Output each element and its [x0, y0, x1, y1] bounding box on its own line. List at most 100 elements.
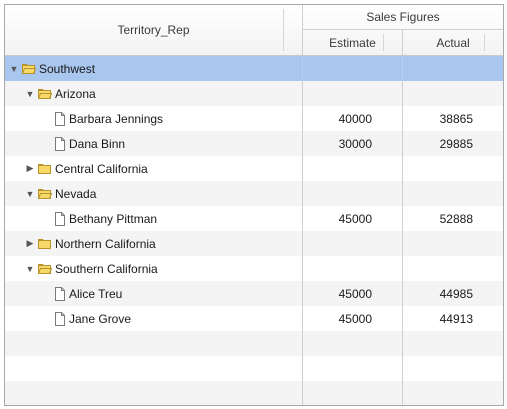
cell-actual[interactable] [403, 231, 503, 256]
cell-actual[interactable] [403, 156, 503, 181]
column-header-actual-label: Actual [436, 35, 470, 50]
cell-estimate[interactable] [303, 81, 403, 106]
estimate-value: 45000 [338, 311, 372, 326]
tree-row-label: Jane Grove [69, 311, 132, 326]
collapse-toggle-icon[interactable]: ▼ [9, 64, 19, 74]
document-icon [55, 136, 65, 151]
cell-territory-rep[interactable]: Alice Treu [5, 281, 303, 306]
collapse-toggle-icon[interactable]: ▼ [25, 89, 35, 99]
column-resize-handle[interactable] [484, 34, 485, 51]
column-header-actual[interactable]: Actual [403, 30, 503, 55]
tree-row[interactable]: ▶ Central California [5, 156, 503, 181]
cell-estimate[interactable] [303, 56, 403, 81]
tree-row[interactable]: ▼ Southern California [5, 256, 503, 281]
actual-value: 44985 [439, 286, 473, 301]
grid-header: Territory_Rep Sales Figures Estimate Act… [5, 5, 503, 56]
estimate-value: 45000 [338, 211, 372, 226]
cell-territory-rep[interactable]: ▼ Arizona [5, 81, 303, 106]
tree-row[interactable]: ▶ Northern California [5, 231, 503, 256]
document-icon [55, 286, 65, 301]
empty-row [5, 356, 503, 381]
cell-actual[interactable]: 29885 [403, 131, 503, 156]
cell-territory-rep[interactable]: Barbara Jennings [5, 106, 303, 131]
tree-row[interactable]: Jane Grove 45000 44913 [5, 306, 503, 331]
tree-row[interactable]: ▼ Arizona [5, 81, 503, 106]
cell-actual[interactable]: 38865 [403, 106, 503, 131]
actual-value: 52888 [439, 211, 473, 226]
cell-estimate[interactable]: 45000 [303, 206, 403, 231]
collapse-toggle-icon[interactable]: ▼ [25, 264, 35, 274]
document-icon [55, 211, 65, 226]
estimate-value: 45000 [338, 286, 372, 301]
collapse-toggle-icon[interactable]: ▼ [25, 189, 35, 199]
cell-actual[interactable] [403, 81, 503, 106]
expand-toggle-icon[interactable]: ▶ [25, 238, 35, 249]
cell-territory-rep[interactable]: Dana Binn [5, 131, 303, 156]
tree-row-label: Southern California [55, 261, 158, 276]
folder-open-icon [22, 63, 36, 74]
cell-territory-rep[interactable]: ▼ Nevada [5, 181, 303, 206]
column-header-territory-rep[interactable]: Territory_Rep [5, 5, 303, 55]
cell-actual[interactable]: 44985 [403, 281, 503, 306]
cell-estimate[interactable] [303, 231, 403, 256]
empty-cell [5, 356, 303, 381]
cell-territory-rep[interactable]: ▼ Southwest [5, 56, 303, 81]
cell-actual[interactable] [403, 256, 503, 281]
actual-value: 29885 [439, 136, 473, 151]
folder-icon [38, 238, 51, 249]
tree-row[interactable]: ▼ Southwest [5, 56, 503, 81]
tree-row-label: Southwest [39, 61, 96, 76]
territory-tree-grid: Territory_Rep Sales Figures Estimate Act… [4, 4, 504, 406]
tree-row-label: Arizona [55, 86, 96, 101]
cell-territory-rep[interactable]: Bethany Pittman [5, 206, 303, 231]
cell-estimate[interactable]: 30000 [303, 131, 403, 156]
tree-row[interactable]: Dana Binn 30000 29885 [5, 131, 503, 156]
cell-territory-rep[interactable]: ▶ Northern California [5, 231, 303, 256]
column-header-estimate[interactable]: Estimate [303, 30, 403, 55]
cell-estimate[interactable] [303, 256, 403, 281]
empty-cell [303, 356, 403, 381]
empty-row [5, 331, 503, 356]
cell-territory-rep[interactable]: Jane Grove [5, 306, 303, 331]
folder-open-icon [38, 88, 52, 99]
tree-row[interactable]: Alice Treu 45000 44985 [5, 281, 503, 306]
cell-actual[interactable] [403, 56, 503, 81]
actual-value: 44913 [439, 311, 473, 326]
column-header-territory-rep-label: Territory_Rep [117, 23, 190, 37]
cell-actual[interactable]: 44913 [403, 306, 503, 331]
tree-row[interactable]: Bethany Pittman 45000 52888 [5, 206, 503, 231]
empty-cell [303, 381, 403, 405]
tree-row-label: Alice Treu [69, 286, 123, 301]
folder-open-icon [38, 188, 52, 199]
folder-open-icon [38, 263, 52, 274]
empty-cell [403, 356, 503, 381]
tree-row-label: Central California [55, 161, 148, 176]
grid-body: ▼ Southwest ▼ Arizona Barbara Jennings 40000 3… [5, 56, 503, 405]
cell-estimate[interactable] [303, 181, 403, 206]
empty-row [5, 381, 503, 405]
empty-cell [403, 381, 503, 405]
cell-actual[interactable] [403, 181, 503, 206]
cell-estimate[interactable] [303, 156, 403, 181]
column-resize-handle[interactable] [283, 9, 284, 51]
cell-estimate[interactable]: 45000 [303, 281, 403, 306]
tree-row-label: Bethany Pittman [69, 211, 158, 226]
tree-row-label: Dana Binn [69, 136, 126, 151]
cell-estimate[interactable]: 40000 [303, 106, 403, 131]
document-icon [55, 111, 65, 126]
document-icon [55, 311, 65, 326]
empty-cell [5, 331, 303, 356]
cell-territory-rep[interactable]: ▼ Southern California [5, 256, 303, 281]
column-resize-handle[interactable] [383, 34, 384, 51]
cell-territory-rep[interactable]: ▶ Central California [5, 156, 303, 181]
tree-row[interactable]: ▼ Nevada [5, 181, 503, 206]
empty-cell [303, 331, 403, 356]
cell-estimate[interactable]: 45000 [303, 306, 403, 331]
tree-row-label: Nevada [55, 186, 97, 201]
estimate-value: 30000 [338, 136, 372, 151]
tree-row[interactable]: Barbara Jennings 40000 38865 [5, 106, 503, 131]
empty-cell [403, 331, 503, 356]
column-group-sales-figures: Sales Figures [303, 5, 503, 30]
expand-toggle-icon[interactable]: ▶ [25, 163, 35, 174]
cell-actual[interactable]: 52888 [403, 206, 503, 231]
